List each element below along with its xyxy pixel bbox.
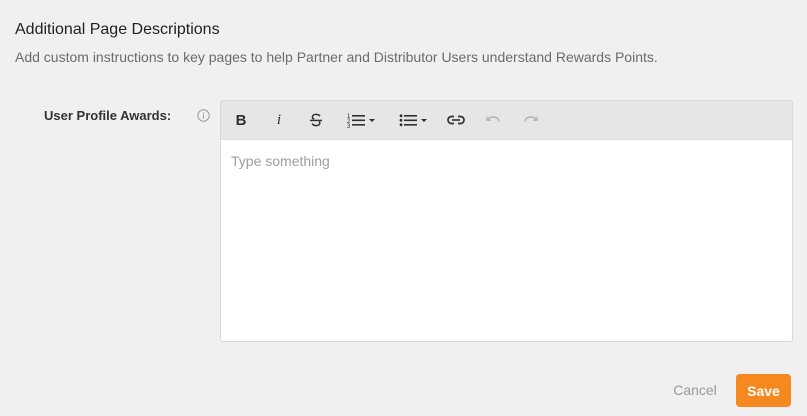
- section-subtitle: Add custom instructions to key pages to …: [15, 49, 658, 65]
- redo-icon: [524, 116, 538, 122]
- field-label: User Profile Awards:: [44, 108, 172, 123]
- italic-icon: i: [276, 111, 282, 128]
- section-title: Additional Page Descriptions: [15, 21, 220, 38]
- redo-button[interactable]: [521, 110, 541, 130]
- editor-placeholder: Type something: [231, 153, 330, 169]
- rich-text-editor: B i 1 2 3 Type something: [220, 100, 793, 342]
- undo-icon: [486, 116, 500, 122]
- editor-toolbar: B i 1 2 3: [221, 101, 792, 140]
- strikethrough-button[interactable]: [307, 110, 325, 130]
- bold-button[interactable]: B: [233, 110, 249, 130]
- save-button[interactable]: Save: [736, 374, 791, 407]
- info-icon[interactable]: [197, 109, 210, 122]
- editor-text-area[interactable]: Type something: [221, 140, 792, 341]
- link-icon: [447, 115, 465, 125]
- ordered-list-button[interactable]: 1 2 3: [345, 110, 379, 130]
- cancel-button[interactable]: Cancel: [664, 374, 726, 406]
- svg-text:3: 3: [347, 124, 351, 128]
- bullet-list-caret-icon: [421, 119, 427, 122]
- ordered-list-caret-icon: [369, 119, 375, 122]
- undo-button[interactable]: [483, 110, 503, 130]
- ordered-list-icon: 1 2 3: [347, 114, 365, 128]
- strikethrough-icon: [310, 113, 322, 127]
- bold-icon: B: [235, 111, 247, 129]
- italic-button[interactable]: i: [271, 110, 287, 130]
- link-button[interactable]: [445, 110, 467, 130]
- bullet-list-icon: [399, 114, 417, 127]
- bullet-list-button[interactable]: [397, 110, 431, 130]
